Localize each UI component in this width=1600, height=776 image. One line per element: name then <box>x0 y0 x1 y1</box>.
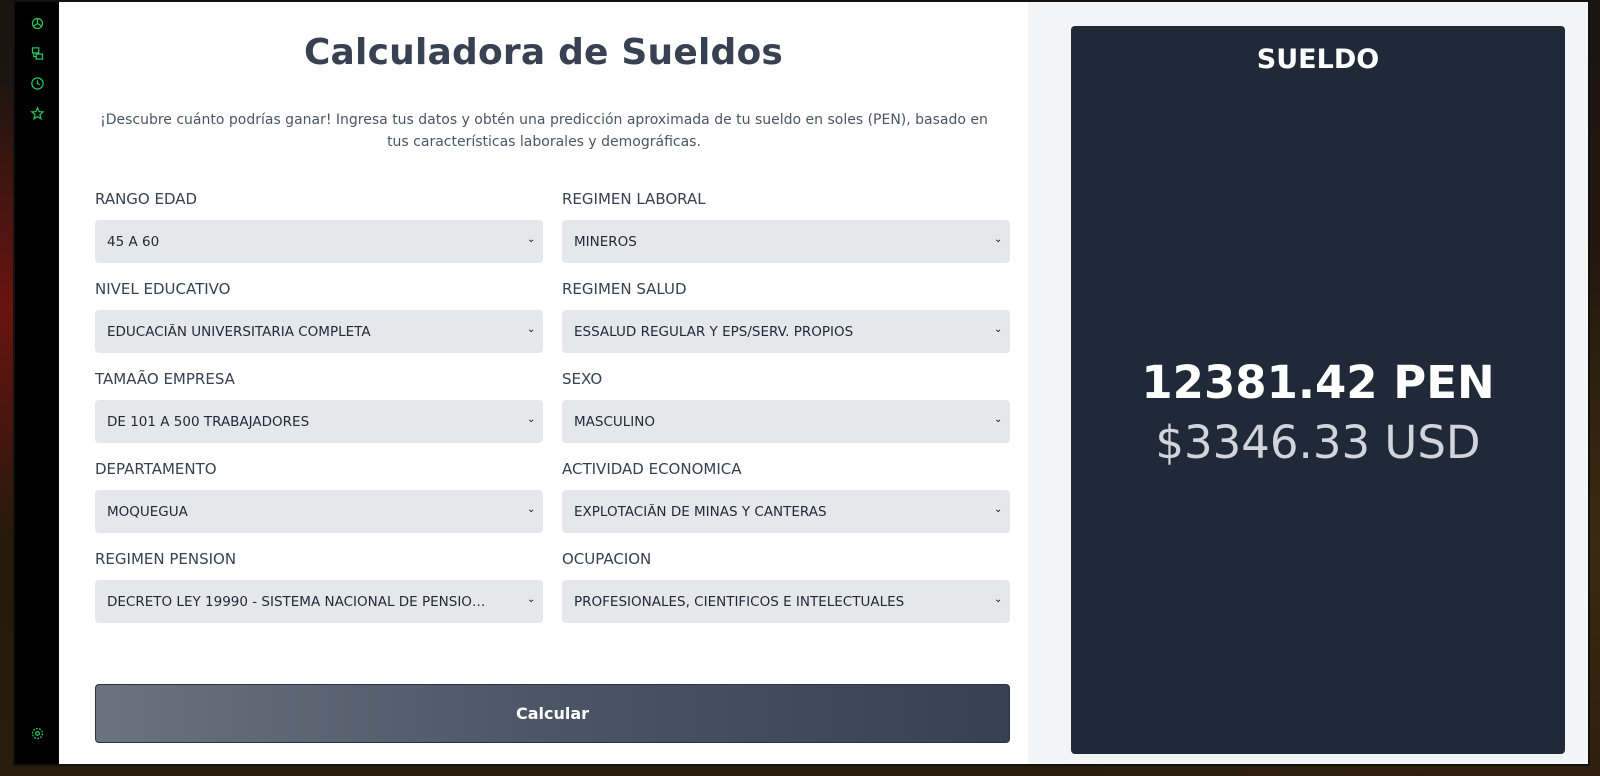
actividad-economica-select[interactable]: EXPLOTACIÃN DE MINAS Y CANTERAS ⌄ <box>562 490 1010 533</box>
field-tamano-empresa: TAMAÃO EMPRESA DE 101 A 500 TRABAJADORES… <box>95 368 543 443</box>
field-label: TAMAÃO EMPRESA <box>95 370 235 388</box>
salary-usd-value: $3346.33 USD <box>1155 416 1481 469</box>
select-value: DE 101 A 500 TRABAJADORES <box>107 413 310 430</box>
result-title: SUELDO <box>1256 44 1380 75</box>
rango-edad-select[interactable]: 45 A 60 ⌄ <box>95 220 543 263</box>
select-value: MASCULINO <box>574 413 655 430</box>
ocupacion-select[interactable]: PROFESIONALES, CIENTIFICOS E INTELECTUAL… <box>562 580 1010 623</box>
chevron-down-icon: ⌄ <box>994 594 1003 605</box>
nivel-educativo-select[interactable]: EDUCACIÃN UNIVERSITARIA COMPLETA ⌄ <box>95 310 543 353</box>
chevron-down-icon: ⌄ <box>994 324 1003 335</box>
regimen-salud-select[interactable]: ESSALUD REGULAR Y EPS/SERV. PROPIOS ⌄ <box>562 310 1010 353</box>
field-departamento: DEPARTAMENTO MOQUEGUA ⌄ <box>95 458 543 533</box>
select-value: PROFESIONALES, CIENTIFICOS E INTELECTUAL… <box>574 593 905 610</box>
field-nivel-educativo: NIVEL EDUCATIVO EDUCACIÃN UNIVERSITARIA … <box>95 278 543 353</box>
chevron-down-icon: ⌄ <box>994 504 1003 515</box>
field-actividad-economica: ACTIVIDAD ECONOMICA EXPLOTACIÃN DE MINAS… <box>562 458 1010 533</box>
departamento-select[interactable]: MOQUEGUA ⌄ <box>95 490 543 533</box>
page-subtitle: ¡Descubre cuánto podrías ganar! Ingresa … <box>100 112 988 150</box>
openai-icon[interactable] <box>28 14 46 32</box>
select-value: DECRETO LEY 19990 - SISTEMA NACIONAL DE … <box>107 593 487 610</box>
tamano-empresa-select[interactable]: DE 101 A 500 TRABAJADORES ⌄ <box>95 400 543 443</box>
chevron-down-icon: ⌄ <box>527 234 536 245</box>
chevron-down-icon: ⌄ <box>994 234 1003 245</box>
select-value: 45 A 60 <box>107 233 160 250</box>
clock-icon[interactable] <box>28 74 46 92</box>
select-value: EDUCACIÃN UNIVERSITARIA COMPLETA <box>107 323 371 340</box>
field-label: SEXO <box>562 370 603 388</box>
regimen-laboral-select[interactable]: MINEROS ⌄ <box>562 220 1010 263</box>
field-label: OCUPACION <box>562 550 652 568</box>
field-rango-edad: RANGO EDAD 45 A 60 ⌄ <box>95 188 543 263</box>
calculator-form-panel: Calculadora de Sueldos ¡Descubre cuánto … <box>59 2 1028 764</box>
field-label: ACTIVIDAD ECONOMICA <box>562 460 742 478</box>
field-sexo: SEXO MASCULINO ⌄ <box>562 368 1010 443</box>
chevron-down-icon: ⌄ <box>527 594 536 605</box>
salary-result-panel: SUELDO 12381.42 PEN $3346.33 USD <box>1071 26 1565 754</box>
field-label: REGIMEN LABORAL <box>562 190 706 208</box>
chevron-down-icon: ⌄ <box>994 414 1003 425</box>
field-regimen-salud: REGIMEN SALUD ESSALUD REGULAR Y EPS/SERV… <box>562 278 1010 353</box>
select-value: ESSALUD REGULAR Y EPS/SERV. PROPIOS <box>574 323 854 340</box>
field-label: NIVEL EDUCATIVO <box>95 280 231 298</box>
sidebar-rail <box>15 2 59 764</box>
salary-pen-value: 12381.42 PEN <box>1141 356 1495 409</box>
page-title: Calculadora de Sueldos <box>303 32 784 73</box>
sexo-select[interactable]: MASCULINO ⌄ <box>562 400 1010 443</box>
chevron-down-icon: ⌄ <box>527 414 536 425</box>
field-regimen-laboral: REGIMEN LABORAL MINEROS ⌄ <box>562 188 1010 263</box>
database-icon[interactable] <box>28 44 46 62</box>
calculate-button[interactable]: Calcular <box>95 684 1010 743</box>
field-label: REGIMEN PENSION <box>95 550 237 568</box>
regimen-pension-select[interactable]: DECRETO LEY 19990 - SISTEMA NACIONAL DE … <box>95 580 543 623</box>
field-label: REGIMEN SALUD <box>562 280 687 298</box>
select-value: EXPLOTACIÃN DE MINAS Y CANTERAS <box>574 503 827 520</box>
chevron-down-icon: ⌄ <box>527 504 536 515</box>
field-ocupacion: OCUPACION PROFESIONALES, CIENTIFICOS E I… <box>562 548 1010 623</box>
star-icon[interactable] <box>28 104 46 122</box>
settings-gear-icon[interactable] <box>28 724 46 742</box>
app-window: Calculadora de Sueldos ¡Descubre cuánto … <box>13 0 1590 766</box>
field-regimen-pension: REGIMEN PENSION DECRETO LEY 19990 - SIST… <box>95 548 543 623</box>
chevron-down-icon: ⌄ <box>527 324 536 335</box>
select-value: MOQUEGUA <box>107 503 188 520</box>
select-value: MINEROS <box>574 233 637 250</box>
field-label: RANGO EDAD <box>95 190 198 208</box>
field-label: DEPARTAMENTO <box>95 460 217 478</box>
